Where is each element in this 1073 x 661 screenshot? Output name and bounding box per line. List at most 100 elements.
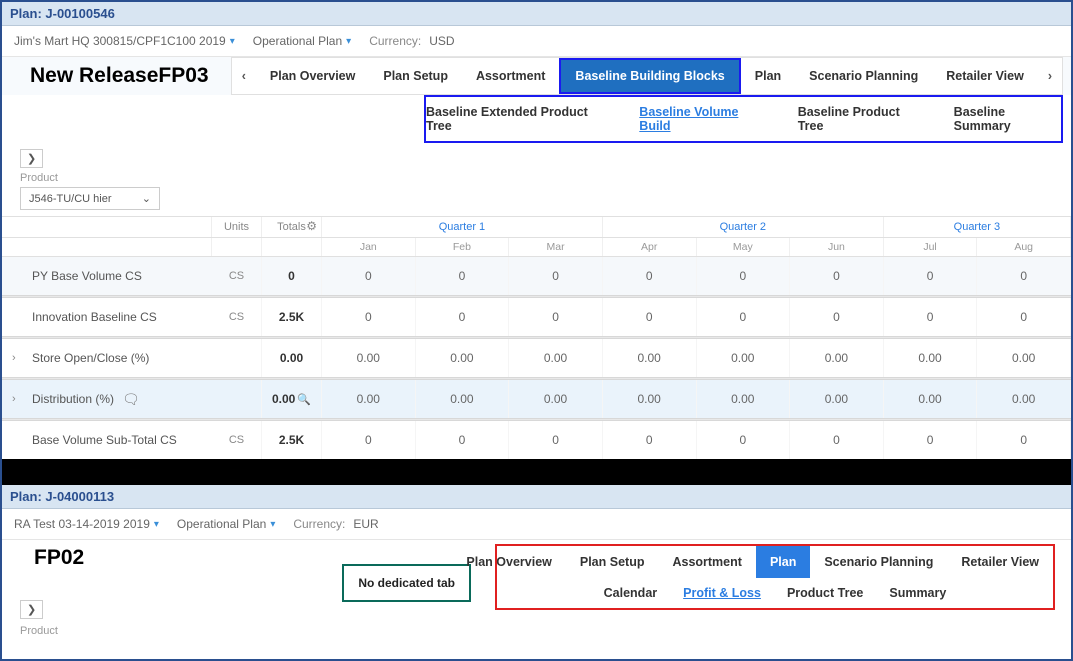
cell[interactable]: 0: [416, 421, 510, 459]
sub-tabs: Calendar Profit & Loss Product Tree Summ…: [497, 578, 1053, 608]
subtab-summary[interactable]: Summary: [889, 586, 946, 600]
cell[interactable]: 0: [322, 298, 416, 336]
table-row: PY Base Volume CS CS 0 0 0 0 0 0 0 0 0: [2, 257, 1071, 295]
cell[interactable]: 0.00: [884, 380, 978, 418]
subtab-baseline-extended-product-tree[interactable]: Baseline Extended Product Tree: [426, 105, 609, 133]
subtab-baseline-volume-build[interactable]: Baseline Volume Build: [639, 105, 767, 133]
cell[interactable]: 0: [509, 298, 603, 336]
breadcrumb-row: Jim's Mart HQ 300815/CPF1C100 2019 ▾ Ope…: [2, 26, 1071, 57]
cell[interactable]: 0: [509, 421, 603, 459]
table-row: Base Volume Sub-Total CS CS 2.5K 0 0 0 0…: [2, 421, 1071, 459]
cell[interactable]: 0.00: [509, 339, 603, 377]
cell[interactable]: 0: [977, 298, 1071, 336]
currency-display: Currency: EUR: [293, 517, 378, 531]
row-units: CS: [212, 257, 262, 295]
cell[interactable]: 0.00: [322, 380, 416, 418]
cell[interactable]: 0.00: [416, 380, 510, 418]
zoom-icon[interactable]: 🔍: [297, 393, 311, 406]
expand-sidebar-button[interactable]: ❯: [20, 149, 43, 168]
tab-plan-overview[interactable]: Plan Overview: [256, 60, 369, 92]
tab-scenario-planning[interactable]: Scenario Planning: [795, 60, 932, 92]
row-label: › Store Open/Close (%): [2, 351, 212, 365]
expand-icon[interactable]: ›: [12, 393, 16, 405]
cell[interactable]: 0: [977, 257, 1071, 295]
product-select[interactable]: J546-TU/CU hier ⌄: [20, 187, 160, 210]
subtab-profit-loss[interactable]: Profit & Loss: [683, 586, 761, 600]
cell[interactable]: 0: [416, 257, 510, 295]
cell[interactable]: 0: [603, 421, 697, 459]
expand-icon[interactable]: ›: [12, 352, 16, 364]
month-jul: Jul: [884, 238, 978, 256]
cell[interactable]: 0.00: [790, 380, 884, 418]
cell[interactable]: 0: [697, 421, 791, 459]
quarter-1-header[interactable]: Quarter 1: [322, 217, 603, 237]
tab-plan-setup[interactable]: Plan Setup: [566, 546, 659, 578]
cell[interactable]: 0.00: [603, 339, 697, 377]
cell[interactable]: 0: [322, 421, 416, 459]
cell[interactable]: 0: [790, 257, 884, 295]
row-label: Base Volume Sub-Total CS: [2, 433, 212, 447]
gear-icon[interactable]: ⚙: [306, 219, 317, 233]
cell[interactable]: 0: [322, 257, 416, 295]
cell[interactable]: 0.00: [790, 339, 884, 377]
tab-plan-overview[interactable]: Plan Overview: [452, 546, 565, 578]
cell[interactable]: 0.00: [697, 380, 791, 418]
plan-type-selector[interactable]: Operational Plan ▾: [177, 517, 275, 531]
cell[interactable]: 0: [416, 298, 510, 336]
plan-title-bar: Plan: J-04000113: [2, 485, 1071, 509]
row-total: 0.00: [262, 339, 322, 377]
tab-retailer-view[interactable]: Retailer View: [932, 60, 1038, 92]
row-label-text: Store Open/Close (%): [32, 351, 149, 365]
row-total: 0: [262, 257, 322, 295]
plan-title-bar: Plan: J-00100546: [2, 2, 1071, 26]
org-selector[interactable]: Jim's Mart HQ 300815/CPF1C100 2019 ▾: [14, 34, 235, 48]
tab-plan[interactable]: Plan: [756, 546, 810, 578]
tab-plan-setup[interactable]: Plan Setup: [369, 60, 462, 92]
tab-assortment[interactable]: Assortment: [658, 546, 755, 578]
expand-sidebar-button[interactable]: ❯: [20, 600, 43, 619]
cell[interactable]: 0: [884, 298, 978, 336]
quarter-3-header[interactable]: Quarter 3: [884, 217, 1071, 237]
cell[interactable]: 0: [790, 298, 884, 336]
cell[interactable]: 0.00: [977, 339, 1071, 377]
tab-assortment[interactable]: Assortment: [462, 60, 559, 92]
subtab-product-tree[interactable]: Product Tree: [787, 586, 863, 600]
cell[interactable]: 0: [603, 298, 697, 336]
cell[interactable]: 0.00: [977, 380, 1071, 418]
tab-retailer-view[interactable]: Retailer View: [947, 546, 1053, 578]
comment-icon[interactable]: 🗨: [122, 391, 140, 408]
cell[interactable]: 0.00: [509, 380, 603, 418]
cell[interactable]: 0.00: [697, 339, 791, 377]
org-selector[interactable]: RA Test 03-14-2019 2019 ▾: [14, 517, 159, 531]
tab-plan[interactable]: Plan: [741, 60, 795, 92]
tabs-prev-button[interactable]: ‹: [232, 60, 256, 92]
plan-title: Plan: J-04000113: [10, 489, 114, 504]
currency-value: USD: [429, 34, 454, 48]
row-total-value: 0.00: [272, 392, 295, 406]
subtab-calendar[interactable]: Calendar: [604, 586, 658, 600]
tab-scenario-planning[interactable]: Scenario Planning: [810, 546, 947, 578]
cell[interactable]: 0: [884, 421, 978, 459]
plan-type-selector[interactable]: Operational Plan ▾: [253, 34, 351, 48]
month-jun: Jun: [790, 238, 884, 256]
subtab-baseline-product-tree[interactable]: Baseline Product Tree: [798, 105, 924, 133]
cell[interactable]: 0: [697, 298, 791, 336]
cell[interactable]: 0.00: [884, 339, 978, 377]
chevron-down-icon: ▾: [270, 519, 275, 530]
subtab-baseline-summary[interactable]: Baseline Summary: [954, 105, 1061, 133]
cell[interactable]: 0: [884, 257, 978, 295]
release-annotation: New ReleaseFP03: [2, 58, 227, 94]
tab-baseline-building-blocks[interactable]: Baseline Building Blocks: [559, 58, 740, 94]
cell[interactable]: 0: [509, 257, 603, 295]
row-label: › Distribution (%) 🗨: [2, 391, 212, 408]
tabs-next-button[interactable]: ›: [1038, 60, 1062, 92]
cell[interactable]: 0: [790, 421, 884, 459]
cell[interactable]: 0.00: [603, 380, 697, 418]
cell[interactable]: 0: [603, 257, 697, 295]
quarter-2-header[interactable]: Quarter 2: [603, 217, 884, 237]
cell[interactable]: 0.00: [416, 339, 510, 377]
currency-label: Currency:: [293, 517, 345, 531]
cell[interactable]: 0: [977, 421, 1071, 459]
cell[interactable]: 0: [697, 257, 791, 295]
cell[interactable]: 0.00: [322, 339, 416, 377]
